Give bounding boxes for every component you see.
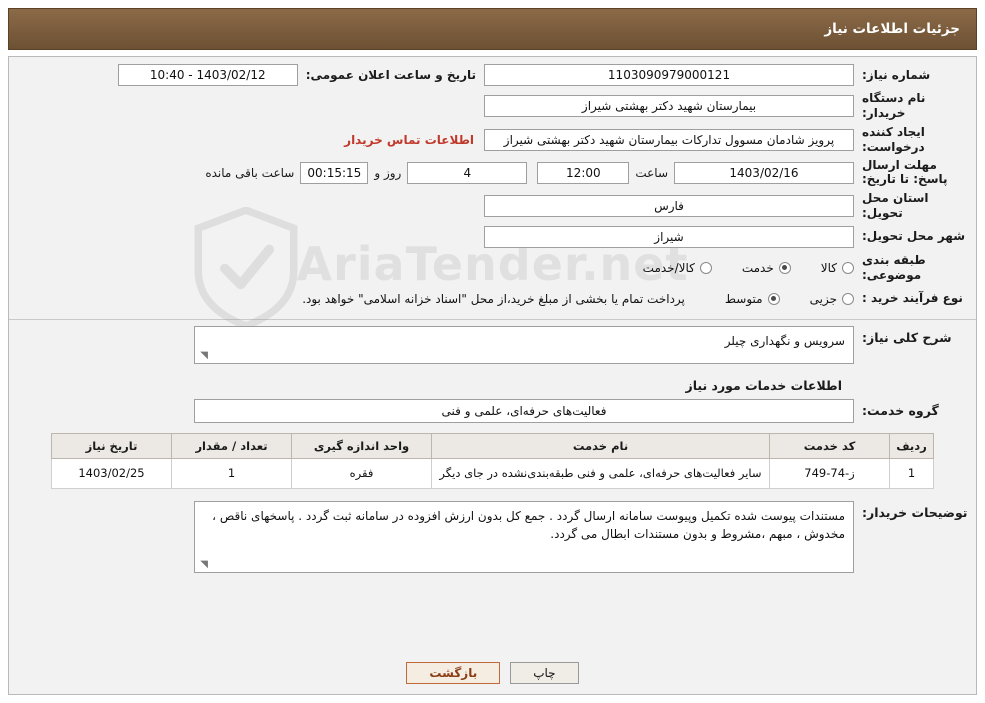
category-option-khedmat[interactable]: خدمت — [742, 261, 791, 275]
general-description-label: شرح کلی نیاز: — [862, 329, 952, 345]
deadline-countdown-label: ساعت باقی مانده — [205, 165, 295, 180]
print-button[interactable]: چاپ — [510, 662, 579, 684]
radio-icon-selected[interactable] — [778, 261, 791, 274]
row-buyer-notes: توضیحات خریدار: مستندات پیوست شده تکمیل … — [9, 495, 976, 579]
cell-code: ز-74-749 — [769, 457, 890, 489]
th-name: نام خدمت — [431, 432, 770, 459]
cell-date: 1403/02/25 — [51, 457, 172, 489]
cell-name: سایر فعالیت‌های حرفه‌ای، علمی و فنی طبقه… — [431, 457, 770, 489]
row-need-number: شماره نیاز: 1103090979000121 تاریخ و ساع… — [13, 63, 972, 87]
row-deadline: مهلت ارسال پاسخ: تا تاریخ: 1403/02/16 سا… — [13, 158, 972, 187]
radio-icon[interactable] — [699, 261, 712, 274]
row-category: طبقه بندی موضوعی: کالا خدمت کالا/خدمت — [13, 253, 972, 283]
purchase-type-option-label: جزیی — [809, 291, 837, 306]
general-description-value[interactable]: سرویس و نگهداری چیلر ◥ — [194, 325, 854, 364]
cell-unit: فقره — [291, 457, 432, 489]
services-section-title: اطلاعات خدمات مورد نیاز — [685, 377, 843, 393]
th-quantity: تعداد / مقدار — [171, 432, 292, 459]
deadline-time-label: ساعت — [635, 165, 668, 180]
category-option-kala[interactable]: کالا — [821, 261, 854, 275]
page-root: جزئیات اطلاعات نیاز AriaTender.net شماره… — [0, 0, 985, 703]
requester-label: ایجاد کننده درخواست: — [862, 125, 925, 154]
category-option-kala-khedmat[interactable]: کالا/خدمت — [643, 261, 712, 275]
back-button[interactable]: بازگشت — [406, 662, 501, 684]
purchase-type-note: پرداخت تمام یا بخشی از مبلغ خرید،از محل … — [302, 291, 685, 306]
row-purchase-type: نوع فرآیند خرید : جزیی متوسط پرداخت تمام… — [13, 287, 972, 311]
deadline-label: مهلت ارسال پاسخ: تا تاریخ: — [862, 158, 948, 186]
deadline-days-value[interactable]: 4 — [407, 161, 528, 184]
need-number-label: شماره نیاز: — [862, 67, 931, 82]
city-label: شهر محل تحویل: — [862, 229, 966, 244]
service-group-value[interactable]: فعالیت‌های حرفه‌ای، علمی و فنی — [194, 398, 854, 423]
buyer-notes-label: توضیحات خریدار: — [862, 504, 968, 520]
radio-icon-selected[interactable] — [767, 292, 780, 305]
need-number-value[interactable]: 1103090979000121 — [484, 64, 854, 86]
announce-datetime-value[interactable]: 1403/02/12 - 10:40 — [117, 64, 298, 86]
th-code: کد خدمت — [769, 432, 890, 459]
row-province: استان محل تحویل: فارس — [13, 191, 972, 221]
city-value[interactable]: شیراز — [484, 225, 854, 248]
service-group-label: گروه خدمت: — [862, 403, 939, 419]
resize-grip-icon[interactable]: ◥ — [198, 559, 208, 570]
radio-icon[interactable] — [842, 261, 854, 274]
general-description-text: سرویس و نگهداری چیلر — [724, 333, 845, 348]
category-label: طبقه بندی موضوعی: — [862, 252, 926, 282]
radio-icon[interactable] — [842, 292, 854, 305]
row-service-group: گروه خدمت: فعالیت‌های حرفه‌ای، علمی و فن… — [9, 397, 976, 431]
services-table-wrap: ردیف کد خدمت نام خدمت واحد اندازه گیری ت… — [9, 431, 976, 495]
deadline-days-label: روز و — [374, 165, 402, 180]
announce-datetime-label: تاریخ و ساعت اعلان عمومی: — [305, 68, 476, 82]
purchase-type-option-jozei[interactable]: جزیی — [810, 292, 854, 306]
deadline-time-value[interactable]: 12:00 — [537, 161, 630, 184]
province-value[interactable]: فارس — [484, 194, 854, 217]
services-section-header: اطلاعات خدمات مورد نیاز — [9, 370, 976, 397]
category-radio-group: کالا خدمت کالا/خدمت — [617, 261, 854, 275]
services-table: ردیف کد خدمت نام خدمت واحد اندازه گیری ت… — [51, 432, 934, 489]
buyer-notes-text: مستندات پیوست شده تکمیل وپیوست سامانه ار… — [212, 508, 845, 542]
details-panel: AriaTender.net شماره نیاز: 1103090979000… — [8, 56, 977, 695]
purchase-type-option-label: متوسط — [724, 291, 763, 306]
table-row: 1 ز-74-749 سایر فعالیت‌های حرفه‌ای، علمی… — [51, 457, 934, 489]
row-requester: ایجاد کننده درخواست: پرویز شادمان مسوول … — [13, 125, 972, 155]
deadline-countdown-value[interactable]: 00:15:15 — [300, 161, 369, 184]
buyer-notes-value[interactable]: مستندات پیوست شده تکمیل وپیوست سامانه ار… — [194, 500, 854, 573]
purchase-type-label: نوع فرآیند خرید : — [862, 291, 963, 306]
need-info-form: شماره نیاز: 1103090979000121 تاریخ و ساع… — [9, 57, 976, 319]
table-header-row: ردیف کد خدمت نام خدمت واحد اندازه گیری ت… — [51, 432, 934, 459]
th-date: تاریخ نیاز — [51, 432, 172, 459]
province-label: استان محل تحویل: — [862, 190, 929, 220]
page-title: جزئیات اطلاعات نیاز — [824, 21, 960, 37]
buyer-org-label: نام دستگاه خریدار: — [862, 91, 926, 120]
th-row: ردیف — [889, 432, 934, 459]
cell-quantity: 1 — [171, 457, 292, 489]
resize-grip-icon[interactable]: ◥ — [198, 350, 208, 361]
row-city: شهر محل تحویل: شیراز — [13, 225, 972, 249]
row-general-description: شرح کلی نیاز: سرویس و نگهداری چیلر ◥ — [9, 320, 976, 370]
footer-actions: چاپ بازگشت — [9, 662, 976, 684]
requester-value[interactable]: پرویز شادمان مسوول تدارکات بیمارستان شهی… — [484, 129, 854, 151]
category-option-label: کالا/خدمت — [642, 260, 695, 275]
page-header: جزئیات اطلاعات نیاز — [8, 8, 977, 50]
buyer-org-value[interactable]: بیمارستان شهید دکتر بهشتی شیراز — [484, 95, 854, 117]
buyer-contact-link[interactable]: اطلاعات تماس خریدار — [344, 133, 484, 147]
purchase-type-radio-group: جزیی متوسط — [699, 292, 854, 306]
th-unit: واحد اندازه گیری — [291, 432, 432, 459]
cell-row: 1 — [889, 457, 934, 489]
row-buyer-org: نام دستگاه خریدار: بیمارستان شهید دکتر ب… — [13, 91, 972, 121]
deadline-date-value[interactable]: 1403/02/16 — [674, 161, 854, 184]
purchase-type-option-motavaset[interactable]: متوسط — [725, 292, 780, 306]
category-option-label: کالا — [820, 260, 837, 275]
category-option-label: خدمت — [741, 260, 774, 275]
